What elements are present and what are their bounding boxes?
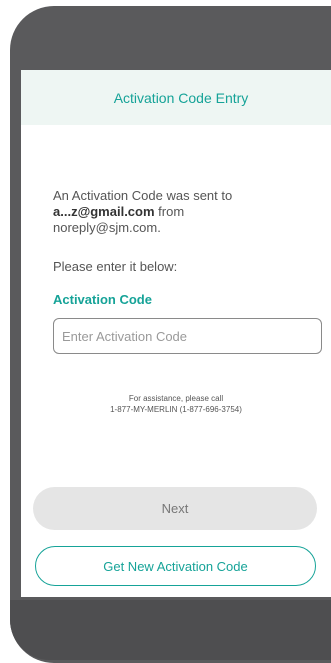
assistance-line: For assistance, please call — [128, 394, 224, 403]
app-screen: Activation Code Entry An Activation Code… — [21, 70, 331, 597]
entry-prompt: Please enter it below: — [53, 259, 178, 274]
assistance-phone: 1-877-MY-MERLIN (1-877-696-3754) — [110, 405, 242, 414]
message-line: An Activation Code was sent to — [53, 188, 233, 203]
next-button[interactable]: Next — [33, 487, 317, 530]
activation-message: An Activation Code was sent to a...z@gma… — [53, 188, 313, 236]
page-title: Activation Code Entry — [113, 89, 249, 106]
activation-code-label: Activation Code — [53, 292, 152, 307]
sender-email: noreply@sjm.com. — [53, 220, 161, 235]
get-new-activation-code-button[interactable]: Get New Activation Code — [35, 546, 316, 586]
masked-email: a...z@gmail.com — [53, 204, 155, 219]
assistance-text: For assistance, please call 1-877-MY-MER… — [21, 393, 331, 415]
activation-code-input[interactable] — [53, 318, 322, 354]
device-frame-bottom — [10, 600, 331, 660]
message-from: from — [158, 204, 185, 219]
header-bar: Activation Code Entry — [21, 70, 331, 125]
